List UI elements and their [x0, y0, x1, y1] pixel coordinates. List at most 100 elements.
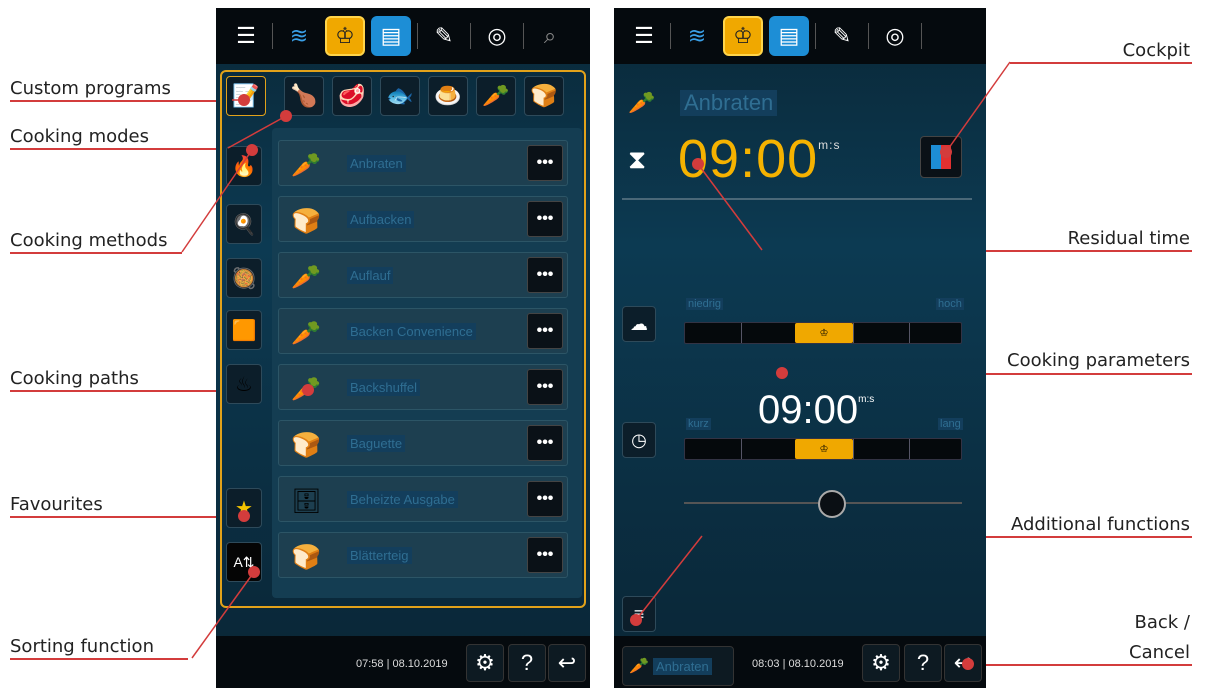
additional-functions-icon[interactable]: ≡ — [622, 596, 656, 632]
cooking-path-title: Anbraten — [680, 90, 778, 116]
callout-favourites: Favourites — [10, 494, 103, 515]
callout-leaders — [181, 61, 1011, 670]
chef-hat-icon[interactable]: ♔ — [325, 16, 365, 56]
method-grill-icon[interactable]: 🔥 — [226, 146, 262, 186]
connect-icon[interactable]: ◎ — [477, 16, 517, 56]
residual-time: 09:00m:s — [678, 129, 841, 189]
list-item-label: Baguette — [347, 435, 406, 452]
list-item-label: Blätterteig — [347, 547, 412, 564]
fish-icon[interactable]: 🐟 — [380, 76, 420, 116]
help-button[interactable]: ? — [508, 644, 546, 682]
time-slider-knob[interactable]: ♔ — [795, 439, 853, 459]
side-dishes-icon[interactable]: 🥕 — [476, 76, 516, 116]
method-pot-icon[interactable]: 🥘 — [226, 258, 262, 298]
left-device-screen: ☰ ≋ ♔ ▤ ✎ ◎ ⌕ 📝 🍗 🥩 🐟 🍮 🥕 🍞 🔥 🍳 🥘 🟧 ♨ ★ … — [216, 8, 590, 688]
callout-line-cockpit — [1010, 62, 1192, 64]
list-item-label: Beheizte Ausgabe — [347, 491, 458, 508]
search-icon[interactable]: ⌕ — [530, 16, 570, 56]
edit-icon[interactable]: ✎ — [424, 16, 464, 56]
bread-icon: 🍞 — [291, 432, 321, 459]
method-gratin-icon[interactable]: 🟧 — [226, 310, 262, 350]
time-short-label: kurz — [686, 418, 711, 430]
menu-icon[interactable]: ☰ — [226, 16, 266, 56]
poultry-icon[interactable]: 🍗 — [284, 76, 324, 116]
callout-cooking-methods: Cooking methods — [10, 230, 168, 251]
cockpit-icon — [931, 145, 941, 169]
more-options-button[interactable]: ••• — [527, 201, 563, 237]
list-item[interactable]: 🍞 Aufbacken ••• — [278, 196, 568, 242]
back-button[interactable]: ↩ — [944, 644, 982, 682]
vegetables-icon: 🥕 — [291, 152, 321, 179]
callout-line-cooking-methods — [10, 252, 182, 254]
callout-line-favourites — [10, 516, 244, 518]
programs-icon[interactable]: ▤ — [371, 16, 411, 56]
list-item[interactable]: 🍞 Baguette ••• — [278, 420, 568, 466]
right-device-screen: ☰ ≋ ♔ ▤ ✎ ◎ 🥕 Anbraten ⧗ 09:00m:s ☁ nied… — [614, 8, 986, 688]
callout-line-sorting-function — [10, 658, 188, 660]
bakery-icon[interactable]: 🍞 — [524, 76, 564, 116]
browning-slider-knob[interactable] — [818, 490, 846, 518]
settings-button[interactable]: ⚙ — [466, 644, 504, 682]
list-item[interactable]: 🥕 Backshuffel ••• — [278, 364, 568, 410]
list-item-label: Aufbacken — [347, 211, 415, 228]
list-item-label: Anbraten — [347, 155, 406, 172]
callout-line-back-cancel — [968, 664, 1192, 666]
callout-line-custom-programs — [10, 100, 232, 102]
programs-icon[interactable]: ▤ — [769, 16, 809, 56]
callout-cooking-modes: Cooking modes — [10, 126, 149, 147]
list-item[interactable]: 🥕 Anbraten ••• — [278, 140, 568, 186]
callout-custom-programs: Custom programs — [10, 78, 171, 99]
humidity-slider[interactable]: ♔ — [684, 322, 962, 344]
bread-icon: 🍞 — [291, 208, 321, 235]
callout-line-cooking-modes — [10, 148, 228, 150]
current-recipe-chip[interactable]: 🥕 Anbraten — [622, 646, 734, 686]
more-options-button[interactable]: ••• — [527, 145, 563, 181]
ivario-icon[interactable]: ≋ — [279, 16, 319, 56]
timer-icon[interactable]: ◷ — [622, 422, 656, 458]
settings-button[interactable]: ⚙ — [862, 644, 900, 682]
more-options-button[interactable]: ••• — [527, 481, 563, 517]
list-item[interactable]: 🥕 Backen Convenience ••• — [278, 308, 568, 354]
bread-icon: 🍞 — [291, 544, 321, 571]
method-heat-icon[interactable]: ♨ — [226, 364, 262, 404]
more-options-button[interactable]: ••• — [527, 257, 563, 293]
chef-hat-icon[interactable]: ♔ — [723, 16, 763, 56]
clock-time: 08:03 | 08.10.2019 — [752, 658, 844, 670]
back-button[interactable]: ↩ — [548, 644, 586, 682]
callout-additional-functions: Additional functions — [1011, 514, 1190, 535]
sort-az-icon[interactable]: A⇅ — [226, 542, 262, 582]
favourites-star-icon[interactable]: ★ — [226, 488, 262, 528]
vegetables-icon: 🥕 — [628, 90, 656, 115]
left-topbar: ☰ ≋ ♔ ▤ ✎ ◎ ⌕ — [216, 8, 590, 64]
callout-cooking-parameters: Cooking parameters — [1007, 350, 1190, 371]
menu-icon[interactable]: ☰ — [624, 16, 664, 56]
cockpit-button[interactable] — [920, 136, 962, 178]
list-item[interactable]: 🍞 Blätterteig ••• — [278, 532, 568, 578]
list-item[interactable]: 🥕 Auflauf ••• — [278, 252, 568, 298]
list-item[interactable]: 🗄 Beheizte Ausgabe ••• — [278, 476, 568, 522]
callout-cooking-paths: Cooking paths — [10, 368, 139, 389]
right-topbar: ☰ ≋ ♔ ▤ ✎ ◎ — [614, 8, 986, 64]
edit-icon[interactable]: ✎ — [822, 16, 862, 56]
connect-icon[interactable]: ◎ — [875, 16, 915, 56]
time-slider[interactable]: ♔ — [684, 438, 962, 460]
right-bottombar: 🥕 Anbraten 08:03 | 08.10.2019 ⚙ ? ↩ — [614, 636, 986, 688]
hourglass-icon: ⧗ — [628, 144, 647, 174]
custom-programs-icon[interactable]: 📝 — [226, 76, 266, 116]
humidity-slider-knob[interactable]: ♔ — [795, 323, 853, 343]
vegetables-icon: 🥕 — [629, 658, 649, 675]
more-options-button[interactable]: ••• — [527, 425, 563, 461]
rack-icon: 🗄 — [291, 488, 322, 515]
vegetables-icon: 🥕 — [291, 376, 321, 403]
ivario-icon[interactable]: ≋ — [677, 16, 717, 56]
help-button[interactable]: ? — [904, 644, 942, 682]
more-options-button[interactable]: ••• — [527, 537, 563, 573]
method-pan-icon[interactable]: 🍳 — [226, 204, 262, 244]
more-options-button[interactable]: ••• — [527, 369, 563, 405]
callout-back-cancel-2: Cancel — [1129, 642, 1190, 663]
more-options-button[interactable]: ••• — [527, 313, 563, 349]
current-recipe-label: Anbraten — [653, 658, 712, 675]
egg-dishes-icon[interactable]: 🍮 — [428, 76, 468, 116]
humidity-icon[interactable]: ☁ — [622, 306, 656, 342]
meat-icon[interactable]: 🥩 — [332, 76, 372, 116]
